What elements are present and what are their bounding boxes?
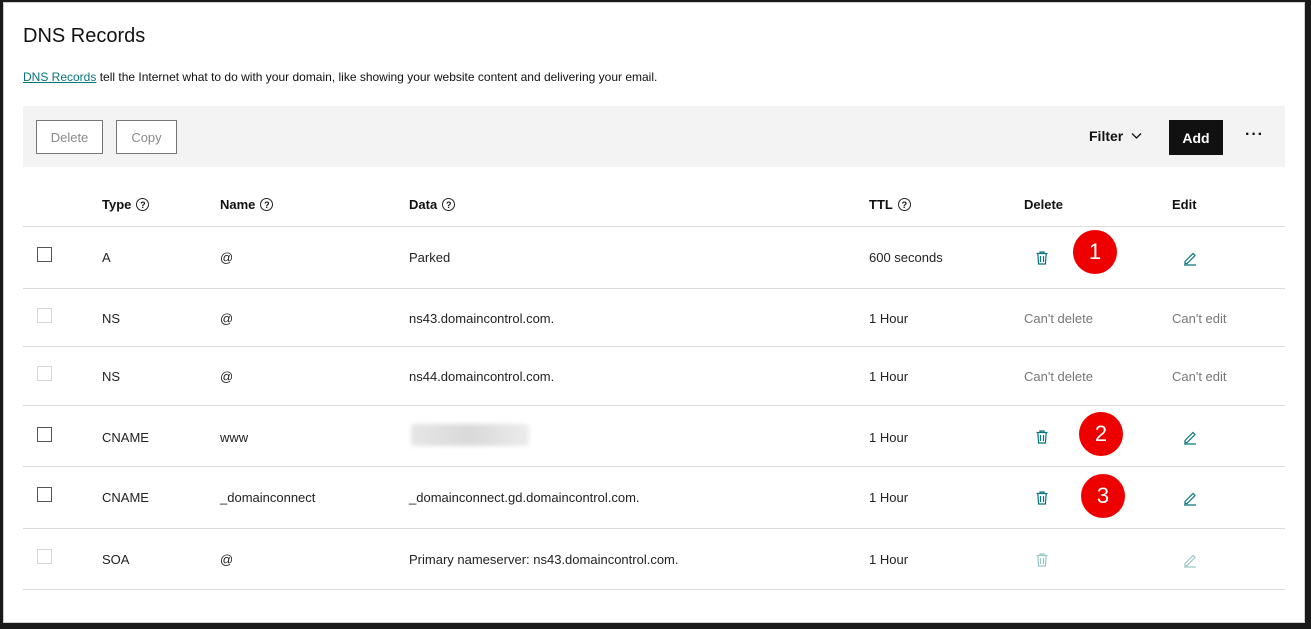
annotation-marker-1: 1 <box>1073 230 1117 274</box>
column-name-label: Name <box>220 197 256 212</box>
record-data: Parked <box>409 250 451 265</box>
record-ttl: 1 Hour <box>869 311 909 326</box>
edit-pencil-icon[interactable] <box>1182 250 1198 266</box>
record-ttl: 1 Hour <box>869 490 909 505</box>
column-data-label: Data <box>409 197 438 212</box>
description-text: tell the Internet what to do with your d… <box>96 70 658 84</box>
column-name: Name? <box>220 197 274 212</box>
record-data: ns43.domaincontrol.com. <box>409 311 555 326</box>
record-type: NS <box>102 311 121 326</box>
record-type: SOA <box>102 552 130 567</box>
help-icon[interactable]: ? <box>442 198 456 211</box>
column-delete-label: Delete <box>1024 197 1064 212</box>
column-ttl: TTL? <box>869 197 911 212</box>
record-type: A <box>102 250 111 265</box>
filter-label: Filter <box>1089 128 1124 144</box>
cant-edit-text: Can't edit <box>1172 311 1227 326</box>
record-name: _domainconnect <box>220 490 316 505</box>
cant-delete-text: Can't delete <box>1024 311 1093 326</box>
copy-button[interactable]: Copy <box>116 120 177 154</box>
row-checkbox[interactable] <box>37 247 52 262</box>
help-icon[interactable]: ? <box>260 198 274 211</box>
edit-pencil-icon[interactable] <box>1182 429 1198 445</box>
delete-button[interactable]: Delete <box>36 120 103 154</box>
page-title: DNS Records <box>23 25 146 47</box>
edit-pencil-icon <box>1184 554 1196 568</box>
record-ttl: 1 Hour <box>869 369 909 384</box>
dns-records-panel: DNS Records DNS Records tell the Interne… <box>3 2 1305 623</box>
record-name: @ <box>220 552 234 567</box>
cant-edit-text: Can't edit <box>1172 369 1227 384</box>
record-name: @ <box>220 311 234 326</box>
row-checkbox <box>37 549 52 564</box>
record-name: @ <box>220 369 234 384</box>
cant-delete-text: Can't delete <box>1024 369 1093 384</box>
record-ttl: 1 Hour <box>869 552 909 567</box>
page-description: DNS Records tell the Internet what to do… <box>23 70 657 84</box>
record-name: @ <box>220 250 234 265</box>
record-data: Primary nameserver: ns43.domaincontrol.c… <box>409 552 679 567</box>
chevron-down-icon <box>1131 133 1142 139</box>
help-icon[interactable]: ? <box>136 198 150 211</box>
record-type: CNAME <box>102 490 149 505</box>
trash-icon[interactable] <box>1034 250 1050 266</box>
record-type: CNAME <box>102 430 149 445</box>
record-ttl: 1 Hour <box>869 430 909 445</box>
more-options-button[interactable]: ··· <box>1245 126 1264 144</box>
row-checkbox <box>37 366 52 381</box>
column-ttl-label: TTL <box>869 197 893 212</box>
table-row: SOA @ Primary nameserver: ns43.domaincon… <box>23 529 1285 590</box>
table-header: Type? Name? Data? TTL? Delete Edit <box>23 181 1285 227</box>
column-edit-label: Edit <box>1172 197 1197 212</box>
column-type-label: Type <box>102 197 132 212</box>
trash-icon[interactable] <box>1034 429 1050 445</box>
filter-dropdown[interactable]: Filter <box>1089 128 1142 144</box>
column-data: Data? <box>409 197 456 212</box>
annotation-marker-3: 3 <box>1081 474 1125 518</box>
trash-icon[interactable] <box>1034 490 1050 506</box>
table-row: NS @ ns43.domaincontrol.com. 1 Hour Can'… <box>23 289 1285 347</box>
column-delete: Delete <box>1024 197 1063 212</box>
dns-records-link[interactable]: DNS Records <box>23 70 96 84</box>
help-icon[interactable]: ? <box>897 198 911 211</box>
record-type: NS <box>102 369 121 384</box>
column-edit: Edit <box>1172 197 1197 212</box>
table-row: NS @ ns44.domaincontrol.com. 1 Hour Can'… <box>23 347 1285 406</box>
record-data: ns44.domaincontrol.com. <box>409 369 555 384</box>
trash-icon <box>1036 553 1048 567</box>
column-type: Type? <box>102 197 150 212</box>
row-checkbox[interactable] <box>37 427 52 442</box>
record-data: _domainconnect.gd.domaincontrol.com. <box>409 490 640 505</box>
toolbar: Delete Copy Filter Add ··· <box>23 106 1285 167</box>
row-checkbox[interactable] <box>37 487 52 502</box>
row-checkbox <box>37 308 52 323</box>
record-name: www <box>220 430 249 445</box>
record-ttl: 600 seconds <box>869 250 943 265</box>
redacted-data <box>411 424 529 446</box>
edit-pencil-icon[interactable] <box>1182 490 1198 506</box>
annotation-marker-2: 2 <box>1079 412 1123 456</box>
add-button[interactable]: Add <box>1169 120 1223 155</box>
